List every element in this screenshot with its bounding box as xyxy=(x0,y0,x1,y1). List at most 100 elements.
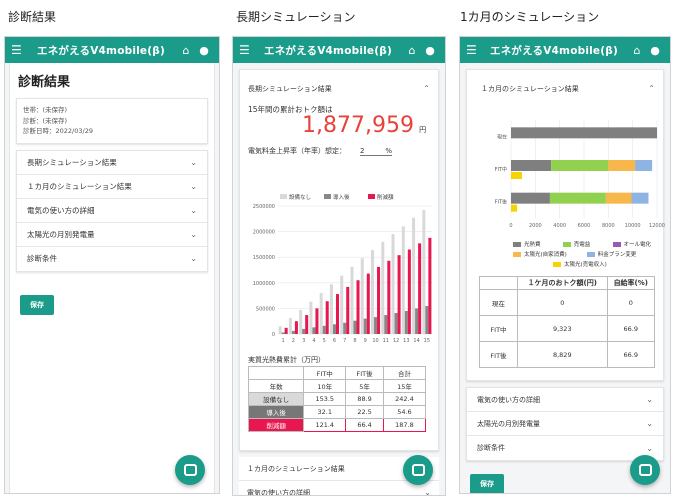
user-icon[interactable]: ● xyxy=(646,44,664,57)
bar xyxy=(350,266,354,334)
bar xyxy=(315,308,319,334)
app-title: エネがえるV4mobile(β) xyxy=(37,44,165,57)
user-icon[interactable]: ● xyxy=(195,44,213,57)
accordion-list: 長期シミュレーション結果 ⌄ １カ月のシミュレーション結果 ⌄ 電気の使い方の詳細 ⌄… xyxy=(16,149,208,272)
section-header[interactable]: 長期シミュレーション結果 ⌃ xyxy=(240,70,438,98)
menu-icon[interactable]: ☰ xyxy=(11,43,25,57)
caption-one-month: 1カ月のシミュレーション xyxy=(460,10,600,24)
chevron-down-icon: ⌄ xyxy=(190,229,197,239)
bar xyxy=(302,328,306,334)
bar xyxy=(391,234,395,334)
y-tick-label: 1000000 xyxy=(253,281,275,287)
chevron-down-icon: ⌄ xyxy=(190,254,197,263)
chat-fab[interactable] xyxy=(630,455,660,485)
bar xyxy=(422,210,426,334)
menu-icon[interactable]: ☰ xyxy=(466,43,480,57)
save-button[interactable]: 保存 xyxy=(20,294,54,315)
bar xyxy=(511,172,522,179)
legend-item: 売電益 xyxy=(562,240,611,250)
accordion-one-month[interactable]: １カ月のシミュレーション結果 ⌄ xyxy=(17,174,207,199)
table-row: 設備なし 153.5 88.9 242.4 xyxy=(247,392,427,406)
total-row: 1,877,959 円 xyxy=(240,113,438,138)
x-tick-label: 7 xyxy=(343,338,346,344)
x-tick-label: 6 xyxy=(333,338,336,344)
chat-fab[interactable] xyxy=(175,455,205,485)
accordion-usage-details[interactable]: 電気の使い方の詳細 ⌄ xyxy=(239,481,439,495)
bar xyxy=(394,313,398,334)
long-term-bar-chart: 設備なし 導入後 削減額250000020000001500000100000050… xyxy=(253,193,432,344)
chevron-down-icon: ⌄ xyxy=(190,181,197,191)
bar xyxy=(329,284,333,334)
home-icon[interactable]: ⌂ xyxy=(177,44,195,57)
bar xyxy=(309,301,313,334)
y-tick-label: FIT中 xyxy=(495,166,507,173)
home-icon[interactable]: ⌂ xyxy=(403,44,421,57)
table-title: 実質光熱費累計（万円） xyxy=(248,356,325,364)
y-tick-label: 2500000 xyxy=(253,204,275,210)
accordion-conditions[interactable]: 診断条件 ⌄ xyxy=(467,436,663,460)
bar xyxy=(605,192,632,204)
table-header: 合計 xyxy=(382,366,427,380)
section-header[interactable]: １カ月のシミュレーション結果 ⌃ xyxy=(467,70,663,98)
table-cell: 15年 xyxy=(382,379,427,393)
chat-fab[interactable] xyxy=(403,455,433,485)
table-header: FIT後 xyxy=(345,366,384,380)
legend-swatch xyxy=(562,242,571,247)
menu-icon[interactable]: ☰ xyxy=(239,43,253,57)
y-tick-label: 500000 xyxy=(256,306,275,312)
chevron-down-icon: ⌄ xyxy=(190,205,197,215)
bar xyxy=(511,160,552,171)
legend-label: 設備なし xyxy=(289,193,311,201)
info-card: 世帯：(未保存) 診断：(未保存) 診断日時：2022/03/29 xyxy=(16,98,208,144)
home-icon[interactable]: ⌂ xyxy=(628,44,646,57)
bar xyxy=(281,332,285,334)
legend-swatch xyxy=(553,262,561,267)
legend-label: 太陽光(自家消費) xyxy=(524,252,567,258)
page-body: 診断結果 世帯：(未保存) 診断：(未保存) 診断日時：2022/03/29 長… xyxy=(9,63,215,493)
app-title: エネがえるV4mobile(β) xyxy=(264,44,392,57)
legend-swatch xyxy=(280,194,287,199)
legend-label: 料金プラン変更 xyxy=(597,252,637,258)
x-tick-label: 15 xyxy=(424,338,430,344)
accordion-label: １カ月のシミュレーション結果 xyxy=(27,181,132,191)
table-row: FIT中 9,323 66.9 xyxy=(479,315,656,342)
accordion-solar-monthly[interactable]: 太陽光の月別発電量 ⌄ xyxy=(467,412,663,436)
cost-table: FIT中 FIT後 合計 年数 10年 5年 15年 設備なし 153.5 88… xyxy=(247,366,427,432)
bar xyxy=(356,280,360,334)
rate-input[interactable]: 2 % xyxy=(360,147,392,156)
accordion-long-term[interactable]: 長期シミュレーション結果 ⌄ xyxy=(17,150,207,175)
x-tick-label: 2 xyxy=(292,338,295,344)
user-icon[interactable]: ● xyxy=(421,44,439,57)
bar xyxy=(511,204,518,212)
bar xyxy=(404,310,408,334)
bar xyxy=(294,321,298,334)
legend-swatch xyxy=(513,252,521,257)
x-tick-label: 11 xyxy=(383,338,389,344)
table-row: 年数 10年 5年 15年 xyxy=(247,379,427,393)
bar xyxy=(325,301,329,334)
accordion-conditions[interactable]: 診断条件 ⌄ xyxy=(17,246,207,271)
x-tick-label: 1 xyxy=(282,338,285,344)
table-cell: 187.8 xyxy=(382,418,427,432)
chart-legend: 光熱費 売電益 オール電化 太陽光(自家消費) 料金プラン変更 太陽光(売電収入… xyxy=(513,240,663,270)
bar xyxy=(511,192,550,204)
bar xyxy=(305,315,309,334)
table-cell: 年数 xyxy=(247,379,305,393)
table-cell: 導入後 xyxy=(247,405,305,419)
bar xyxy=(288,318,292,334)
total-value: 1,877,959 xyxy=(302,113,414,138)
app-bar: ☰ エネがえるV4mobile(β) ⌂ ● xyxy=(460,37,670,63)
accordion-solar-monthly[interactable]: 太陽光の月別発電量 ⌄ xyxy=(17,222,207,247)
rate-value: 2 xyxy=(360,146,365,155)
save-button[interactable]: 保存 xyxy=(470,474,504,493)
accordion-usage-details[interactable]: 電気の使い方の詳細 ⌄ xyxy=(17,198,207,223)
chat-icon xyxy=(183,464,197,476)
legend-swatch xyxy=(368,194,375,199)
table-row: 現在 0 0 xyxy=(479,289,656,316)
bar xyxy=(278,326,282,334)
bar xyxy=(377,266,381,334)
accordion-usage-details[interactable]: 電気の使い方の詳細 ⌄ xyxy=(467,388,663,412)
bar xyxy=(335,294,339,334)
info-date: 診断日時：2022/03/29 xyxy=(23,127,93,135)
legend-label: 売電益 xyxy=(573,242,591,248)
